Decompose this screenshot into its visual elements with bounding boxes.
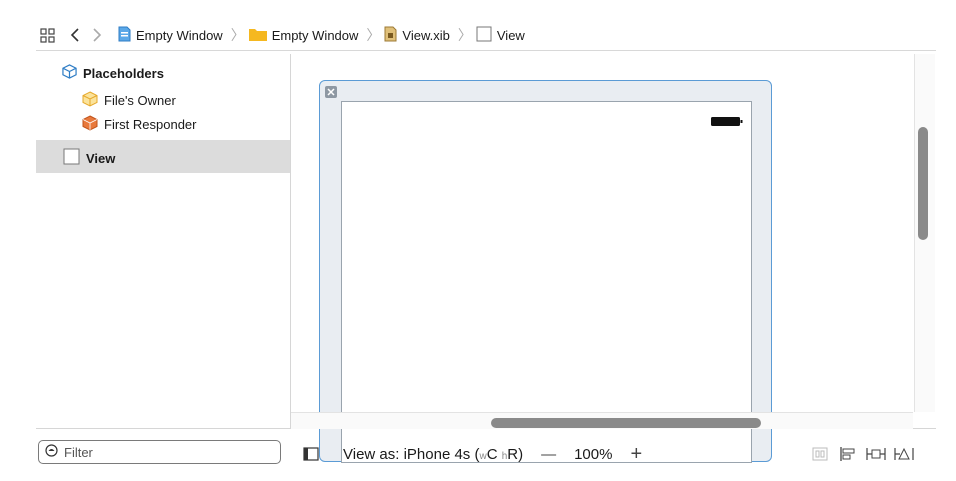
outline-view[interactable]: View	[63, 148, 115, 168]
close-scene-icon[interactable]	[325, 86, 337, 98]
files-owner-cube-icon	[82, 91, 98, 110]
breadcrumb-view[interactable]: View	[476, 26, 525, 45]
filter-icon	[45, 444, 58, 460]
view-icon	[63, 148, 80, 168]
first-responder-cube-icon	[82, 115, 98, 134]
view-as-button[interactable]: View as: iPhone 4s (wC hR)	[343, 446, 523, 463]
chevron-right-icon: 〉	[457, 27, 472, 43]
battery-icon	[711, 113, 743, 126]
vertical-scroll-thumb[interactable]	[918, 127, 928, 240]
xib-file-icon	[384, 26, 397, 45]
filter-placeholder: Filter	[64, 444, 93, 460]
zoom-in-button[interactable]: +	[630, 444, 642, 464]
jump-bar: Empty Window 〉 Empty Window 〉 View.xib 〉…	[36, 20, 936, 51]
outline-files-owner[interactable]: File's Owner	[82, 91, 176, 110]
outline-label: File's Owner	[104, 93, 176, 108]
back-arrow-icon[interactable]	[64, 24, 86, 46]
related-items-icon[interactable]	[36, 24, 58, 46]
canvas-bottom-bar: View as: iPhone 4s (wC hR) — 100% +	[291, 438, 936, 470]
breadcrumb-label: Empty Window	[271, 27, 359, 43]
breadcrumb-group[interactable]: Empty Window	[248, 27, 359, 44]
height-class-value: R)	[507, 445, 524, 463]
breadcrumb-label: Empty Window	[136, 27, 223, 43]
filter-field[interactable]: Filter	[38, 440, 281, 464]
view-as-label: View as: iPhone 4s (	[343, 445, 480, 463]
document-outline: Placeholders File's Owner First Responde…	[36, 54, 290, 428]
outline-label: First Responder	[104, 117, 197, 132]
horizontal-scroll-thumb[interactable]	[491, 418, 761, 428]
zoom-level: 100%	[574, 445, 613, 463]
view-screen[interactable]	[341, 101, 752, 463]
outline-label: Placeholders	[83, 65, 164, 81]
toggle-outline-icon[interactable]	[303, 447, 319, 461]
outline-placeholders[interactable]: Placeholders	[62, 64, 164, 82]
chevron-right-icon: 〉	[366, 27, 381, 43]
forward-arrow-icon[interactable]	[86, 24, 108, 46]
project-file-icon	[118, 26, 131, 45]
resolve-issues-icon[interactable]	[894, 447, 914, 461]
breadcrumb-project[interactable]: Empty Window	[118, 26, 223, 45]
embed-in-stack-icon[interactable]	[812, 447, 828, 461]
view-icon	[476, 26, 492, 45]
folder-icon	[248, 27, 267, 44]
breadcrumb-label: View	[496, 27, 525, 43]
breadcrumb-file[interactable]: View.xib	[384, 26, 450, 45]
outline-label: View	[86, 150, 116, 166]
width-class-letter: w	[479, 450, 487, 462]
placeholder-cube-icon	[62, 64, 77, 82]
pin-icon[interactable]	[866, 447, 886, 461]
align-icon[interactable]	[839, 447, 857, 461]
chevron-right-icon: 〉	[230, 27, 245, 43]
zoom-out-button[interactable]: —	[541, 446, 556, 463]
width-class-value: C	[486, 445, 502, 463]
outline-first-responder[interactable]: First Responder	[82, 115, 196, 134]
breadcrumb-label: View.xib	[402, 27, 450, 43]
